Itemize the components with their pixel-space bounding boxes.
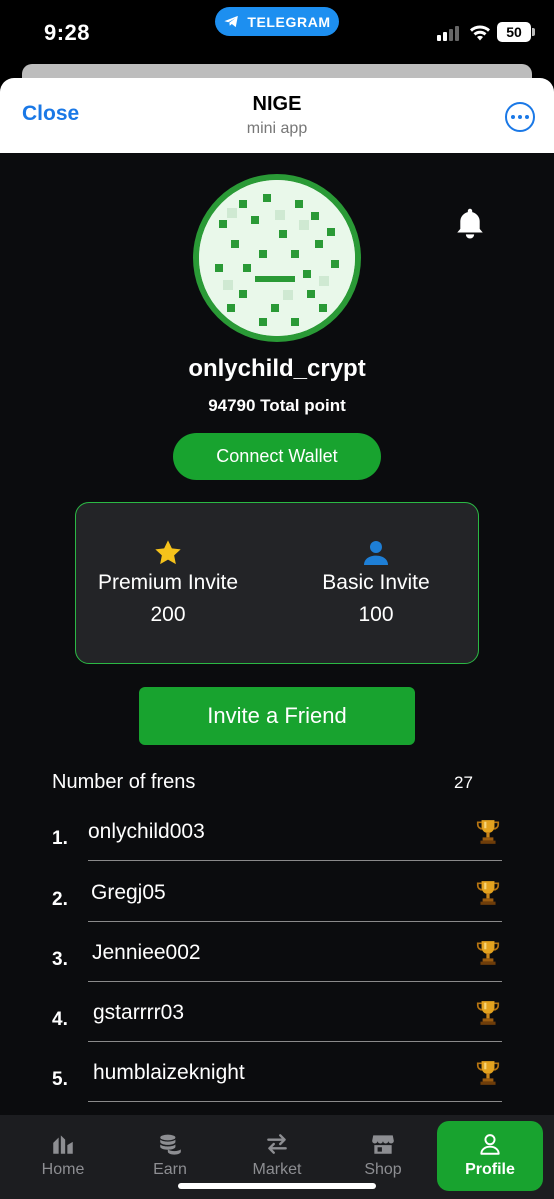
fren-name: humblaizeknight bbox=[93, 1061, 245, 1084]
fren-name: onlychild003 bbox=[88, 820, 205, 843]
status-bar: 9:28 TELEGRAM 50 bbox=[0, 0, 554, 66]
fren-row[interactable]: 5. humblaizeknight bbox=[0, 1049, 554, 1109]
invite-summary-card: Premium Invite 200 Basic Invite 100 bbox=[75, 502, 479, 664]
premium-invite-count: 200 bbox=[150, 603, 186, 626]
trophy-icon bbox=[476, 941, 500, 965]
row-divider bbox=[88, 1101, 502, 1102]
basic-invite-count: 100 bbox=[358, 603, 394, 626]
nav-earn-label: Earn bbox=[153, 1161, 187, 1178]
star-icon bbox=[155, 540, 181, 565]
more-options-button[interactable] bbox=[505, 102, 535, 132]
coins-icon bbox=[160, 1134, 181, 1155]
nav-home-label: Home bbox=[41, 1161, 85, 1178]
battery-level: 50 bbox=[506, 24, 522, 40]
frens-label: Number of frens bbox=[52, 771, 196, 793]
fren-rank: 2. bbox=[52, 889, 68, 910]
fren-row[interactable]: 4. gstarrrr03 bbox=[0, 989, 554, 1049]
fren-row[interactable]: 1. onlychild003 bbox=[0, 808, 554, 868]
app-subtitle: mini app bbox=[246, 120, 308, 137]
trophy-icon bbox=[476, 1001, 500, 1025]
home-indicator bbox=[178, 1183, 376, 1189]
shop-icon bbox=[372, 1135, 394, 1154]
fren-name: gstarrrr03 bbox=[93, 1001, 185, 1024]
wifi-icon bbox=[470, 25, 490, 41]
trophy-icon bbox=[476, 820, 500, 844]
row-divider bbox=[88, 860, 502, 861]
fren-name: Gregj05 bbox=[91, 881, 166, 904]
total-points: 94790 Total point bbox=[208, 396, 346, 415]
person-icon bbox=[364, 541, 388, 565]
notification-bell-icon[interactable] bbox=[453, 206, 487, 242]
nav-profile-label: Profile bbox=[465, 1161, 515, 1178]
fren-row[interactable]: 2. Gregj05 bbox=[0, 869, 554, 929]
basic-invite-label: Basic Invite bbox=[322, 571, 430, 594]
fren-rank: 4. bbox=[52, 1009, 68, 1030]
swap-icon bbox=[267, 1134, 287, 1154]
nav-home[interactable]: Home bbox=[18, 1115, 108, 1199]
nav-market-label: Market bbox=[252, 1161, 302, 1178]
battery-icon: 50 bbox=[497, 22, 535, 42]
trophy-icon bbox=[476, 1061, 500, 1085]
mini-app-header: Close NIGE mini app bbox=[0, 78, 554, 153]
row-divider bbox=[88, 1041, 502, 1042]
clock: 9:28 bbox=[44, 20, 91, 45]
avatar bbox=[193, 174, 361, 342]
invite-friend-button[interactable]: Invite a Friend bbox=[139, 687, 415, 745]
row-divider bbox=[88, 981, 502, 982]
trophy-icon bbox=[476, 881, 500, 905]
username: onlychild_crypt bbox=[188, 355, 366, 382]
nav-shop-label: Shop bbox=[364, 1161, 402, 1178]
avatar-pattern bbox=[199, 180, 355, 336]
premium-invite-label: Premium Invite bbox=[97, 571, 239, 594]
fren-rank: 5. bbox=[52, 1069, 68, 1090]
telegram-pill[interactable]: TELEGRAM bbox=[215, 7, 339, 36]
signal-icon bbox=[437, 25, 459, 41]
app-title: NIGE bbox=[252, 93, 302, 115]
premium-invite: Premium Invite 200 bbox=[68, 503, 268, 663]
profile-icon bbox=[480, 1134, 500, 1155]
fren-name: Jenniee002 bbox=[92, 941, 201, 964]
telegram-pill-label: TELEGRAM bbox=[247, 13, 331, 30]
home-icon bbox=[53, 1135, 73, 1154]
nav-profile[interactable]: Profile bbox=[437, 1121, 543, 1191]
row-divider bbox=[88, 921, 502, 922]
frens-count: 27 bbox=[454, 773, 473, 792]
telegram-icon bbox=[224, 15, 239, 28]
basic-invite: Basic Invite 100 bbox=[306, 503, 446, 663]
fren-row[interactable]: 3. Jenniee002 bbox=[0, 929, 554, 989]
fren-rank: 3. bbox=[52, 949, 68, 970]
connect-wallet-button[interactable]: Connect Wallet bbox=[173, 433, 381, 480]
fren-rank: 1. bbox=[52, 828, 68, 849]
